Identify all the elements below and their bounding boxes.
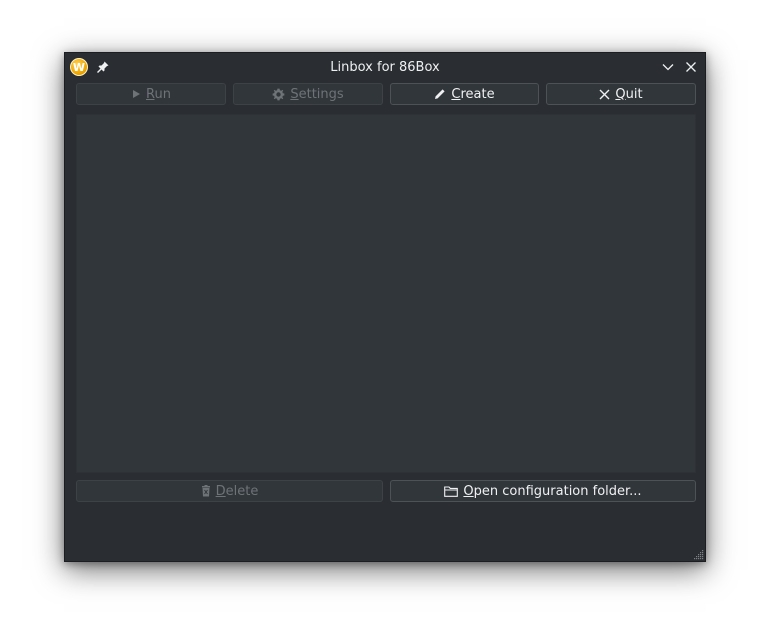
quit-label: Quit <box>615 86 643 102</box>
pencil-icon <box>435 89 445 99</box>
gear-icon <box>272 88 285 100</box>
main-window: W Linbox for 86Box Run Settings Create Q… <box>64 52 706 562</box>
open-folder-label: Open configuration folder... <box>463 483 642 499</box>
play-icon <box>133 90 141 98</box>
folder-icon <box>444 485 459 497</box>
open-configuration-folder-button[interactable]: Open configuration folder... <box>390 480 696 502</box>
chevron-down-icon[interactable] <box>661 60 675 74</box>
delete-label: Delete <box>215 483 259 499</box>
quit-button[interactable]: Quit <box>546 83 696 105</box>
settings-button[interactable]: Settings <box>233 83 383 105</box>
run-button[interactable]: Run <box>76 83 226 105</box>
create-button[interactable]: Create <box>390 83 539 105</box>
delete-button[interactable]: Delete <box>76 480 383 502</box>
resize-grip[interactable] <box>692 548 704 560</box>
trash-icon <box>201 485 210 497</box>
window-title: Linbox for 86Box <box>330 60 440 75</box>
machine-list[interactable] <box>76 114 696 473</box>
create-label: Create <box>451 86 495 102</box>
title-bar[interactable]: W Linbox for 86Box <box>65 53 705 82</box>
run-label: Run <box>146 86 171 102</box>
close-icon[interactable] <box>684 60 698 74</box>
settings-label: Settings <box>290 86 344 102</box>
x-icon <box>599 89 610 99</box>
